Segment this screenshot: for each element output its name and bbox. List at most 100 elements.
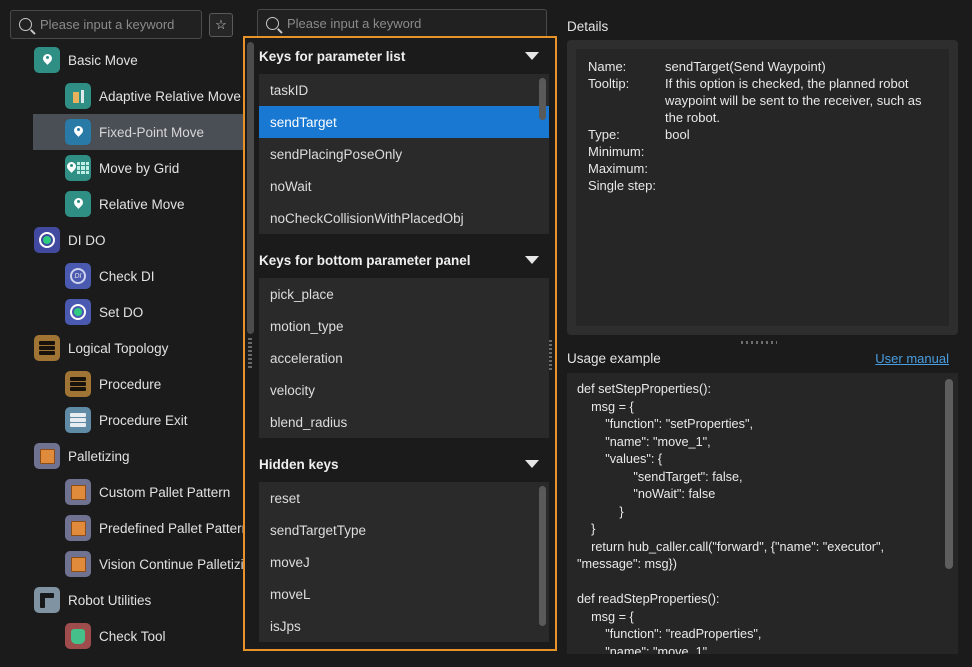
- pin-icon: [34, 47, 60, 73]
- relative-move-icon: [65, 191, 91, 217]
- section-header-2[interactable]: Hidden keys: [245, 446, 555, 482]
- detail-key: Maximum:: [588, 160, 665, 177]
- custom-pallet-icon: [65, 479, 91, 505]
- usage-example-code: def setStepProperties(): msg = { "functi…: [567, 373, 958, 654]
- code-vertical-scrollbar[interactable]: [945, 379, 953, 569]
- details-content: Name:sendTarget(Send Waypoint)Tooltip:If…: [576, 49, 949, 326]
- left-search-placeholder: Please input a keyword: [40, 17, 174, 32]
- key-item[interactable]: reset: [259, 482, 549, 514]
- tree-item-label: Basic Move: [68, 53, 138, 68]
- left-resize-handle[interactable]: [248, 338, 252, 368]
- list-scrollbar[interactable]: [539, 78, 546, 120]
- chevron-down-icon[interactable]: [525, 256, 539, 264]
- right-panel: Details Name:sendTarget(Send Waypoint)To…: [557, 0, 972, 667]
- detail-key: Tooltip:: [588, 75, 665, 126]
- tree-item-label: Adaptive Relative Move: [99, 89, 241, 104]
- key-item[interactable]: isJps: [259, 610, 549, 642]
- detail-row: Tooltip:If this option is checked, the p…: [588, 75, 937, 126]
- check-di-icon: DI: [65, 263, 91, 289]
- key-item[interactable]: moveL: [259, 578, 549, 610]
- tree-item-label: Custom Pallet Pattern: [99, 485, 230, 500]
- key-item[interactable]: sendTargetType: [259, 514, 549, 546]
- key-item[interactable]: moveJ: [259, 546, 549, 578]
- key-item[interactable]: noCheckCollisionWithPlacedObj: [259, 202, 549, 234]
- section-gap: [245, 234, 555, 242]
- procedure-exit-icon: [65, 407, 91, 433]
- keys-panel: Keys for parameter listtaskIDsendTargets…: [243, 36, 557, 651]
- keys-vertical-scrollbar[interactable]: [247, 42, 254, 334]
- tree-item-basic-move[interactable]: Basic Move: [33, 42, 243, 78]
- section-list-0: taskIDsendTargetsendPlacingPoseOnlynoWai…: [259, 74, 549, 234]
- tree-item-di-do[interactable]: DI DO: [33, 222, 243, 258]
- key-item[interactable]: taskID: [259, 74, 549, 106]
- tree-item-procedure-exit[interactable]: Procedure Exit: [33, 402, 243, 438]
- section-title: Keys for bottom parameter panel: [259, 253, 471, 268]
- tree-item-palletizing[interactable]: Palletizing: [33, 438, 243, 474]
- tree-item-robot-utilities[interactable]: Robot Utilities: [33, 582, 243, 618]
- panel-splitter-handle[interactable]: [737, 338, 781, 346]
- tree-item-check-tool[interactable]: Check Tool: [33, 618, 243, 649]
- tree-item-label: Robot Utilities: [68, 593, 151, 608]
- section-gap: [245, 642, 555, 649]
- keys-scroll-area[interactable]: Keys for parameter listtaskIDsendTargets…: [245, 38, 555, 649]
- section-list-2: resetsendTargetTypemoveJmoveLisJps: [259, 482, 549, 642]
- tree-item-label: Procedure Exit: [99, 413, 188, 428]
- key-item[interactable]: sendTarget: [259, 106, 549, 138]
- middle-search-input[interactable]: Please input a keyword: [257, 9, 547, 38]
- left-search-input[interactable]: Please input a keyword: [10, 10, 202, 39]
- user-manual-link[interactable]: User manual: [875, 351, 949, 366]
- favorite-button[interactable]: ☆: [209, 13, 233, 37]
- step-tree[interactable]: Basic Move Adaptive Relative Move Fixed-Po…: [33, 42, 243, 649]
- key-item[interactable]: acceleration: [259, 342, 549, 374]
- detail-key: Name:: [588, 58, 665, 75]
- key-item[interactable]: pick_place: [259, 278, 549, 310]
- chevron-down-icon[interactable]: [525, 52, 539, 60]
- section-list-1: pick_placemotion_typeaccelerationvelocit…: [259, 278, 549, 438]
- tree-item-logical-topology[interactable]: Logical Topology: [33, 330, 243, 366]
- section-header-1[interactable]: Keys for bottom parameter panel: [245, 242, 555, 278]
- detail-key: Single step:: [588, 177, 665, 194]
- tree-item-relative-move[interactable]: Relative Move: [33, 186, 243, 222]
- tree-item-label: Check Tool: [99, 629, 166, 644]
- usage-example-code-box[interactable]: def setStepProperties(): msg = { "functi…: [567, 373, 958, 654]
- list-scrollbar[interactable]: [539, 486, 546, 626]
- tree-item-label: Fixed-Point Move: [99, 125, 204, 140]
- detail-value: [665, 160, 937, 177]
- adaptive-move-icon: [65, 83, 91, 109]
- vision-palletizing-icon: [65, 551, 91, 577]
- tree-item-adaptive-relative-move[interactable]: Adaptive Relative Move: [33, 78, 243, 114]
- tree-item-vision-continue-palletizing[interactable]: Vision Continue Palletizing: [33, 546, 243, 582]
- tree-item-label: Procedure: [99, 377, 161, 392]
- key-item[interactable]: blend_radius: [259, 406, 549, 438]
- detail-value: [665, 177, 937, 194]
- tree-item-label: Predefined Pallet Pattern: [99, 521, 243, 536]
- key-item[interactable]: sendPlacingPoseOnly: [259, 138, 549, 170]
- tree-item-procedure[interactable]: Procedure: [33, 366, 243, 402]
- detail-key: Minimum:: [588, 143, 665, 160]
- tree-item-predefined-pallet-pattern[interactable]: Predefined Pallet Pattern: [33, 510, 243, 546]
- tree-item-move-by-grid[interactable]: Move by Grid: [33, 150, 243, 186]
- grid-move-icon: [65, 155, 91, 181]
- detail-row: Single step:: [588, 177, 937, 194]
- fixed-point-move-icon: [65, 119, 91, 145]
- predefined-pallet-icon: [65, 515, 91, 541]
- tree-item-label: Move by Grid: [99, 161, 179, 176]
- section-header-0[interactable]: Keys for parameter list: [245, 38, 555, 74]
- tree-item-check-di[interactable]: DICheck DI: [33, 258, 243, 294]
- key-sections: Keys for parameter listtaskIDsendTargets…: [245, 38, 555, 649]
- middle-search-placeholder: Please input a keyword: [287, 16, 421, 31]
- left-panel: Please input a keyword ☆ Basic Move Adapt…: [0, 0, 243, 649]
- key-item[interactable]: motion_type: [259, 310, 549, 342]
- detail-value: [665, 143, 937, 160]
- chevron-down-icon[interactable]: [525, 460, 539, 468]
- tree-item-label: Relative Move: [99, 197, 185, 212]
- dido-icon: [34, 227, 60, 253]
- key-item[interactable]: noWait: [259, 170, 549, 202]
- tree-item-set-do[interactable]: Set DO: [33, 294, 243, 330]
- procedure-icon: [65, 371, 91, 397]
- search-icon: [19, 18, 32, 31]
- tree-item-fixed-point-move[interactable]: Fixed-Point Move: [33, 114, 243, 150]
- tree-item-custom-pallet-pattern[interactable]: Custom Pallet Pattern: [33, 474, 243, 510]
- search-icon: [266, 17, 279, 30]
- key-item[interactable]: velocity: [259, 374, 549, 406]
